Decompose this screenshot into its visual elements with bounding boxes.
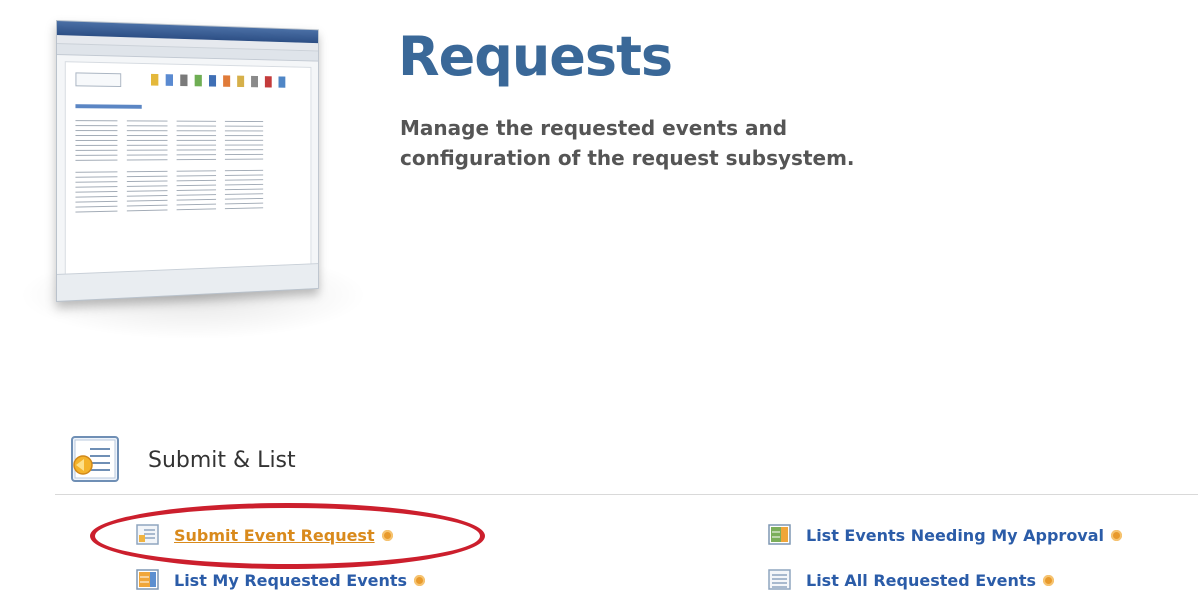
calendar-list-icon bbox=[136, 569, 160, 591]
approval-icon bbox=[768, 524, 792, 546]
help-icon[interactable] bbox=[381, 529, 393, 541]
submit-event-request-link[interactable]: Submit Event Request bbox=[136, 524, 393, 546]
submit-event-request-label[interactable]: Submit Event Request bbox=[174, 526, 375, 545]
thumbnail-body bbox=[64, 61, 312, 275]
page-title: Requests bbox=[398, 25, 673, 88]
list-all-requested-events-label[interactable]: List All Requested Events bbox=[806, 571, 1036, 590]
app-screenshot-thumbnail bbox=[56, 20, 319, 302]
list-my-requested-events-label[interactable]: List My Requested Events bbox=[174, 571, 407, 590]
thumbnail-grid bbox=[75, 120, 264, 216]
thumbnail-icons bbox=[150, 73, 286, 88]
submit-list-section-icon bbox=[70, 435, 122, 485]
list-all-requested-events-link[interactable]: List All Requested Events bbox=[768, 569, 1055, 591]
requests-page: Requests Manage the requested events and… bbox=[0, 0, 1198, 595]
page-subtitle: Manage the requested events and configur… bbox=[400, 113, 1020, 173]
help-icon[interactable] bbox=[1043, 574, 1055, 586]
thumbnail-heading bbox=[75, 104, 142, 109]
list-events-needing-approval-link[interactable]: List Events Needing My Approval bbox=[768, 524, 1123, 546]
section-divider bbox=[55, 494, 1198, 495]
list-events-needing-approval-label[interactable]: List Events Needing My Approval bbox=[806, 526, 1104, 545]
help-icon[interactable] bbox=[1111, 529, 1123, 541]
subtitle-line-2: configuration of the request subsystem. bbox=[400, 146, 855, 170]
list-my-requested-events-link[interactable]: List My Requested Events bbox=[136, 569, 426, 591]
subtitle-line-1: Manage the requested events and bbox=[400, 116, 788, 140]
help-icon[interactable] bbox=[414, 574, 426, 586]
section-title: Submit & List bbox=[148, 448, 296, 473]
form-icon bbox=[136, 524, 160, 546]
list-icon bbox=[768, 569, 792, 591]
thumbnail-logo bbox=[75, 72, 122, 88]
